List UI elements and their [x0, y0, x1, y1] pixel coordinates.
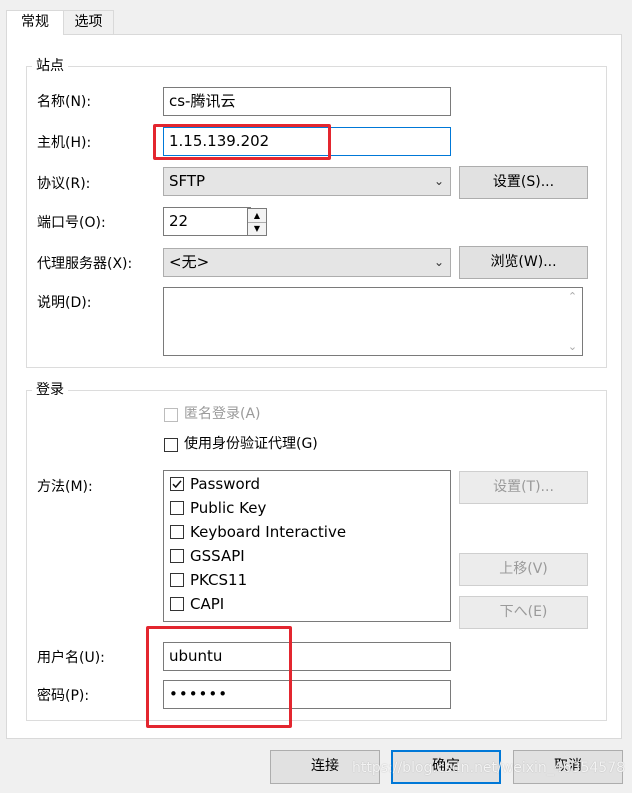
proxy-select[interactable]: <无> ⌄ [163, 248, 451, 277]
password-field[interactable]: •••••• [163, 680, 451, 709]
site-group-title: 站点 [32, 57, 68, 75]
description-scrollbar[interactable]: ⌃ ⌄ [563, 288, 582, 355]
host-label: 主机(H): [37, 135, 92, 151]
method-pkcs11-label: PKCS11 [190, 571, 248, 589]
port-field[interactable]: 22 [163, 207, 251, 236]
port-label: 端口号(O): [37, 215, 106, 231]
method-gssapi-checkbox[interactable] [170, 549, 184, 563]
username-label: 用户名(U): [37, 650, 105, 666]
method-publickey-label: Public Key [190, 499, 267, 517]
method-password-label: Password [190, 475, 261, 493]
method-gssapi-label: GSSAPI [190, 547, 245, 565]
username-field[interactable]: ubuntu [163, 642, 451, 671]
name-field[interactable]: cs-腾讯云 [163, 87, 451, 116]
method-keyboard-label: Keyboard Interactive [190, 523, 347, 541]
name-label: 名称(N): [37, 94, 92, 110]
anonymous-label: 匿名登录(A) [184, 406, 261, 422]
method-up-button[interactable]: 上移(V) [459, 553, 588, 586]
proxy-select-value: <无> [169, 253, 210, 271]
method-pkcs11-checkbox[interactable] [170, 573, 184, 587]
protocol-select-value: SFTP [169, 172, 206, 190]
proxy-label: 代理服务器(X): [37, 256, 133, 272]
anonymous-checkbox[interactable] [164, 408, 178, 422]
login-group-title: 登录 [32, 381, 68, 399]
method-password-checkbox[interactable] [170, 477, 184, 491]
port-down-arrow-icon[interactable]: ▼ [248, 222, 266, 235]
method-settings-button[interactable]: 设置(T)... [459, 471, 588, 504]
method-capi-label: CAPI [190, 595, 225, 613]
host-field[interactable]: 1.15.139.202 [163, 127, 451, 156]
proxy-browse-button[interactable]: 浏览(W)... [459, 246, 588, 279]
method-keyboard-checkbox[interactable] [170, 525, 184, 539]
port-up-arrow-icon[interactable]: ▲ [248, 209, 266, 223]
scroll-down-icon[interactable]: ⌄ [563, 340, 582, 353]
protocol-settings-button[interactable]: 设置(S)... [459, 166, 588, 199]
agent-checkbox[interactable] [164, 438, 178, 452]
method-down-button[interactable]: 下へ(E) [459, 596, 588, 629]
protocol-select[interactable]: SFTP ⌄ [163, 167, 451, 196]
checkmark-icon [172, 480, 182, 489]
chevron-down-icon: ⌄ [433, 255, 444, 269]
password-label: 密码(P): [37, 688, 90, 704]
method-publickey-checkbox[interactable] [170, 501, 184, 515]
agent-label: 使用身份验证代理(G) [184, 436, 318, 452]
scroll-up-icon[interactable]: ⌃ [563, 290, 582, 303]
tab-general[interactable]: 常规 [6, 10, 64, 35]
method-label: 方法(M): [37, 479, 93, 495]
protocol-label: 协议(R): [37, 176, 91, 192]
description-label: 说明(D): [37, 295, 92, 311]
watermark: https://blog.csdn.net/weixin_46354578 [352, 760, 626, 776]
method-capi-checkbox[interactable] [170, 597, 184, 611]
description-textarea[interactable] [163, 287, 583, 356]
chevron-down-icon: ⌄ [433, 174, 444, 188]
port-spinner: ▲ ▼ [247, 208, 267, 236]
tab-options[interactable]: 选项 [63, 10, 114, 34]
